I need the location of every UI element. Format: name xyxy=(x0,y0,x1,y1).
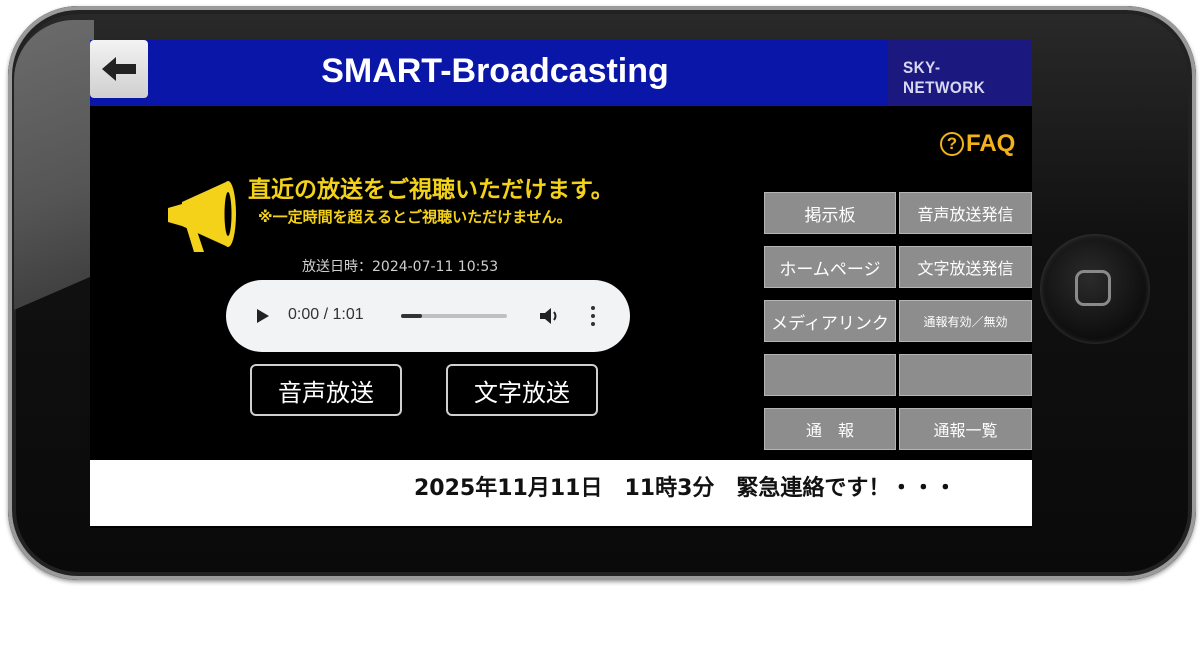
audio-time: 0:00 / 1:01 xyxy=(288,306,364,323)
audio-send-button[interactable]: 音声放送発信 xyxy=(899,192,1032,234)
emergency-ticker: 2025年11月11日 11時3分 緊急連絡です！・・・ xyxy=(90,460,1032,526)
faq-label: FAQ xyxy=(966,130,1016,157)
home-button-icon xyxy=(1075,270,1111,306)
homepage-button[interactable]: ホームページ xyxy=(764,246,896,288)
question-circle-icon: ? xyxy=(940,132,964,156)
app-header: SMART-Broadcasting SKY-NETWORK xyxy=(90,40,1032,106)
app-title: SMART-Broadcasting xyxy=(321,52,669,90)
audio-broadcast-button[interactable]: 音声放送 xyxy=(250,364,402,416)
ticker-message: 2025年11月11日 11時3分 緊急連絡です！・・・ xyxy=(414,476,957,501)
more-options-icon[interactable] xyxy=(590,306,596,326)
faq-link[interactable]: ? FAQ xyxy=(940,130,1015,158)
audio-progress-fill xyxy=(401,314,423,318)
empty-button-2[interactable] xyxy=(899,354,1032,396)
bulletin-board-button[interactable]: 掲示板 xyxy=(764,192,896,234)
back-arrow-icon xyxy=(102,57,136,81)
notice-note: ※一定時間を超えるとご視聴いただけません。 xyxy=(258,208,572,226)
broadcast-datetime: 放送日時：2024-07-11 10:53 xyxy=(302,259,499,275)
audio-player: 0:00 / 1:01 xyxy=(226,280,630,352)
alert-toggle-button[interactable]: 通報有効／無効 xyxy=(899,300,1032,342)
app-screen: SMART-Broadcasting SKY-NETWORK ? FAQ 直近の… xyxy=(90,40,1032,528)
notice-headline: 直近の放送をご視聴いただけます。 xyxy=(248,177,614,203)
phone-glare xyxy=(14,20,94,310)
back-button[interactable] xyxy=(90,40,148,98)
report-list-button[interactable]: 通報一覧 xyxy=(899,408,1032,450)
empty-button-1[interactable] xyxy=(764,354,896,396)
media-link-button[interactable]: メディアリンク xyxy=(764,300,896,342)
report-button[interactable]: 通 報 xyxy=(764,408,896,450)
audio-progress-bar[interactable] xyxy=(401,314,507,318)
volume-icon[interactable] xyxy=(539,306,561,326)
text-broadcast-button[interactable]: 文字放送 xyxy=(446,364,598,416)
text-send-button[interactable]: 文字放送発信 xyxy=(899,246,1032,288)
play-icon[interactable] xyxy=(256,308,270,324)
megaphone-icon xyxy=(168,181,236,252)
brand-label: SKY-NETWORK xyxy=(903,58,986,97)
